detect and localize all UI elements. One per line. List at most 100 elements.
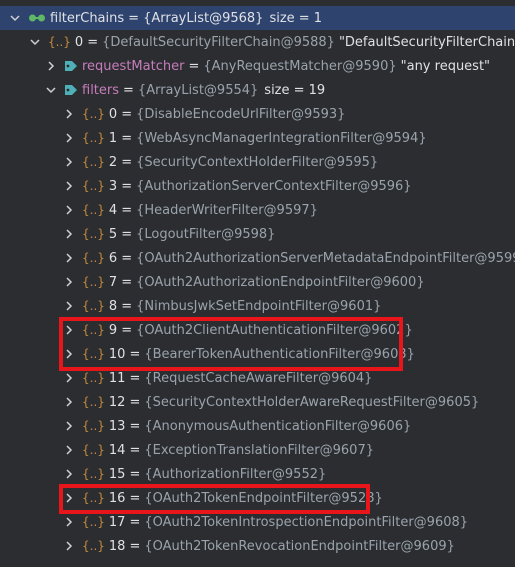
- filter-item-row[interactable]: {..} 3 = {AuthorizationServerContextFilt…: [0, 174, 515, 198]
- filter-item-row[interactable]: {..} 1 = {WebAsyncManagerIntegrationFilt…: [0, 126, 515, 150]
- filter-index: 3: [108, 178, 118, 194]
- chevron-down-icon[interactable]: [44, 83, 58, 97]
- chevron-down-icon[interactable]: [8, 11, 22, 25]
- object-icon: {..}: [82, 491, 105, 505]
- filter-item-row[interactable]: {..} 5 = {LogoutFilter@9598}: [0, 222, 515, 246]
- chevron-right-icon[interactable]: [62, 227, 76, 241]
- filter-value: {AuthorizationFilter@9552}: [144, 466, 327, 482]
- filter-index: 17: [108, 514, 126, 530]
- variable-row-requestmatcher[interactable]: requestMatcher = {AnyRequestMatcher@9590…: [0, 54, 515, 78]
- chevron-right-icon[interactable]: [62, 179, 76, 193]
- variable-string: "any request": [400, 58, 491, 74]
- equals-sign: =: [129, 538, 141, 554]
- equals-sign: =: [129, 370, 141, 386]
- filter-index: 7: [108, 274, 118, 290]
- filter-value: {OAuth2TokenRevocationEndpointFilter@960…: [144, 538, 455, 554]
- object-icon: {..}: [82, 467, 105, 481]
- filter-index: 13: [108, 418, 126, 434]
- object-icon: {..}: [48, 35, 71, 49]
- object-icon: {..}: [82, 347, 105, 361]
- equals-sign: =: [129, 346, 141, 362]
- equals-sign: =: [121, 250, 133, 266]
- filter-index: 4: [108, 202, 118, 218]
- object-icon: {..}: [82, 323, 105, 337]
- filter-item-row[interactable]: {..} 4 = {HeaderWriterFilter@9597}: [0, 198, 515, 222]
- watch-glasses-icon: [28, 13, 46, 23]
- chevron-right-icon[interactable]: [62, 155, 76, 169]
- variable-size: size = 1: [269, 10, 323, 26]
- chevron-right-icon[interactable]: [62, 395, 76, 409]
- filter-item-row[interactable]: {..} 17 = {OAuth2TokenIntrospectionEndpo…: [0, 510, 515, 534]
- filter-item-row[interactable]: {..} 10 = {BearerTokenAuthenticationFilt…: [0, 342, 515, 366]
- field-tag-icon: [64, 59, 78, 73]
- filter-index: 0: [108, 106, 118, 122]
- filter-item-row[interactable]: {..} 0 = {DisableEncodeUrlFilter@9593}: [0, 102, 515, 126]
- filter-index: 16: [108, 490, 126, 506]
- object-icon: {..}: [82, 227, 105, 241]
- chevron-right-icon[interactable]: [62, 323, 76, 337]
- variable-row-chain-0[interactable]: {..} 0 = {DefaultSecurityFilterChain@958…: [0, 30, 515, 54]
- equals-sign: =: [121, 130, 133, 146]
- filter-item-row[interactable]: {..} 2 = {SecurityContextHolderFilter@95…: [0, 150, 515, 174]
- object-icon: {..}: [82, 107, 105, 121]
- chevron-right-icon[interactable]: [62, 515, 76, 529]
- filter-index: 2: [108, 154, 118, 170]
- chevron-down-icon[interactable]: [28, 35, 42, 49]
- chevron-right-icon[interactable]: [62, 539, 76, 553]
- chevron-right-icon[interactable]: [62, 371, 76, 385]
- chevron-right-icon[interactable]: [62, 107, 76, 121]
- filter-item-row[interactable]: {..} 6 = {OAuth2AuthorizationServerMetad…: [0, 246, 515, 270]
- filter-item-row[interactable]: {..} 13 = {AnonymousAuthenticationFilter…: [0, 414, 515, 438]
- chevron-right-icon[interactable]: [62, 443, 76, 457]
- variable-row-filterchains[interactable]: filterChains = {ArrayList@9568} size = 1: [0, 6, 515, 30]
- filter-value: {OAuth2AuthorizationEndpointFilter@9600}: [136, 274, 425, 290]
- chevron-right-icon[interactable]: [44, 59, 58, 73]
- filter-value: {AnonymousAuthenticationFilter@9606}: [144, 418, 412, 434]
- chevron-right-icon[interactable]: [62, 131, 76, 145]
- variable-row-filters[interactable]: filters = {ArrayList@9554} size = 19: [0, 78, 515, 102]
- chevron-right-icon[interactable]: [62, 347, 76, 361]
- filter-item-row[interactable]: {..} 7 = {OAuth2AuthorizationEndpointFil…: [0, 270, 515, 294]
- filter-value: {BearerTokenAuthenticationFilter@9603}: [144, 346, 415, 362]
- equals-sign: =: [129, 418, 141, 434]
- filter-index: 1: [108, 130, 118, 146]
- chevron-right-icon[interactable]: [62, 275, 76, 289]
- object-icon: {..}: [82, 155, 105, 169]
- object-icon: {..}: [82, 515, 105, 529]
- filter-item-row[interactable]: {..} 9 = {OAuth2ClientAuthenticationFilt…: [0, 318, 515, 342]
- chevron-right-icon[interactable]: [62, 467, 76, 481]
- chevron-right-icon[interactable]: [62, 491, 76, 505]
- filter-item-row[interactable]: {..} 15 = {AuthorizationFilter@9552}: [0, 462, 515, 486]
- filter-item-row[interactable]: {..} 16 = {OAuth2TokenEndpointFilter@952…: [0, 486, 515, 510]
- equals-sign: =: [128, 10, 140, 26]
- chevron-right-icon[interactable]: [62, 251, 76, 265]
- debugger-variables-tree: filterChains = {ArrayList@9568} size = 1…: [0, 0, 515, 567]
- object-icon: {..}: [82, 443, 105, 457]
- field-tag-icon: [64, 83, 78, 97]
- filter-item-row[interactable]: {..} 11 = {RequestCacheAwareFilter@9604}: [0, 366, 515, 390]
- filter-value: {OAuth2ClientAuthenticationFilter@9602}: [136, 322, 413, 338]
- filter-index: 10: [108, 346, 126, 362]
- filter-value: {SecurityContextHolderAwareRequestFilter…: [144, 394, 480, 410]
- filter-item-row[interactable]: {..} 18 = {OAuth2TokenRevocationEndpoint…: [0, 534, 515, 558]
- filter-value: {OAuth2TokenEndpointFilter@9528}: [144, 490, 383, 506]
- equals-sign: =: [129, 394, 141, 410]
- chevron-right-icon[interactable]: [62, 419, 76, 433]
- chevron-right-icon[interactable]: [62, 299, 76, 313]
- equals-sign: =: [129, 490, 141, 506]
- equals-sign: =: [121, 226, 133, 242]
- filter-item-row[interactable]: {..} 12 = {SecurityContextHolderAwareReq…: [0, 390, 515, 414]
- filter-index: 15: [108, 466, 126, 482]
- filter-item-row[interactable]: {..} 14 = {ExceptionTranslationFilter@96…: [0, 438, 515, 462]
- variable-value: {ArrayList@9554}: [137, 82, 259, 98]
- filter-value: {HeaderWriterFilter@9597}: [136, 202, 318, 218]
- variable-index: 0: [74, 34, 84, 50]
- equals-sign: =: [87, 34, 99, 50]
- filter-value: {SecurityContextHolderFilter@9595}: [136, 154, 379, 170]
- chevron-right-icon[interactable]: [62, 203, 76, 217]
- object-icon: {..}: [82, 419, 105, 433]
- filter-item-row[interactable]: {..} 8 = {NimbusJwkSetEndpointFilter@960…: [0, 294, 515, 318]
- object-icon: {..}: [82, 131, 105, 145]
- equals-sign: =: [129, 442, 141, 458]
- filter-index: 8: [108, 298, 118, 314]
